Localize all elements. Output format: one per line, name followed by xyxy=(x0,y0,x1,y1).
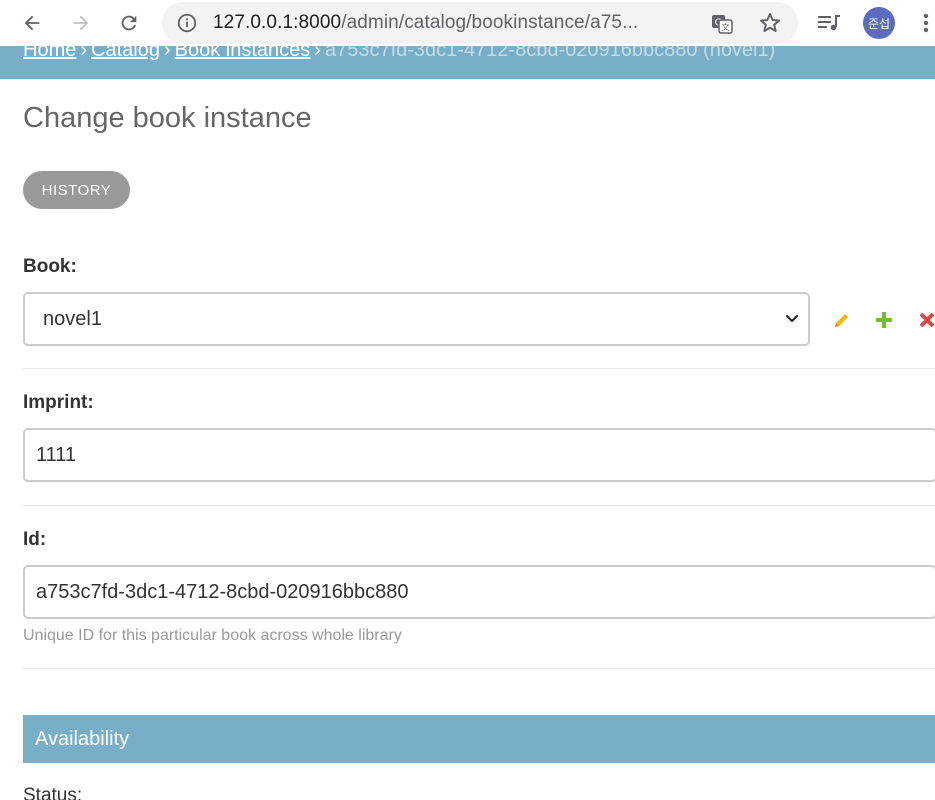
id-label: Id: xyxy=(23,529,47,550)
breadcrumb-separator: › xyxy=(80,46,88,61)
id-help-text: Unique ID for this particular book acros… xyxy=(23,627,402,644)
translate-icon[interactable]: G 文 xyxy=(710,12,734,36)
id-input[interactable]: a753c7fd-3dc1-4712-8cbd-020916bbc880 xyxy=(23,565,935,619)
breadcrumb-book-instances[interactable]: Book instances xyxy=(175,46,311,61)
browser-toolbar: 127.0.0.1:8000/admin/catalog/bookinstanc… xyxy=(0,0,935,46)
edit-pencil-icon[interactable] xyxy=(832,310,852,330)
page-title: Change book instance xyxy=(23,102,312,134)
forward-arrow-icon xyxy=(73,15,89,31)
history-button[interactable]: HISTORY xyxy=(23,171,130,209)
divider xyxy=(23,505,935,506)
svg-text:文: 文 xyxy=(722,22,730,32)
breadcrumb-separator: › xyxy=(163,46,171,61)
star-icon[interactable] xyxy=(758,11,782,35)
delete-x-icon[interactable] xyxy=(917,310,935,330)
breadcrumb: Home › Catalog › Book instances › a753c7fd-3dc… xyxy=(0,46,935,79)
book-select[interactable]: novel1 xyxy=(23,292,810,346)
breadcrumb-home[interactable]: Home xyxy=(23,46,76,61)
imprint-input[interactable]: 1111 xyxy=(23,428,935,482)
availability-header: Availability xyxy=(23,715,935,763)
add-plus-icon[interactable] xyxy=(874,310,894,330)
book-label: Book: xyxy=(23,256,77,277)
breadcrumb-trail: Home › Catalog › Book instances › a753c7fd-3dc… xyxy=(23,46,775,62)
divider xyxy=(23,368,935,369)
imprint-label: Imprint: xyxy=(23,392,94,413)
forward-button[interactable] xyxy=(65,7,97,39)
media-queue-icon[interactable] xyxy=(816,11,842,35)
breadcrumb-catalog[interactable]: Catalog xyxy=(91,46,160,61)
divider xyxy=(23,668,935,669)
back-button[interactable] xyxy=(16,7,48,39)
info-icon[interactable] xyxy=(176,12,198,34)
url-path: /admin/catalog/bookinstance/a75... xyxy=(341,12,639,33)
id-value: a753c7fd-3dc1-4712-8cbd-020916bbc880 xyxy=(36,580,409,603)
url-host: 127.0.0.1:8000 xyxy=(213,12,342,33)
more-vert-icon[interactable] xyxy=(918,11,934,35)
chevron-down-icon xyxy=(786,315,798,322)
address-bar[interactable]: 127.0.0.1:8000/admin/catalog/bookinstanc… xyxy=(162,2,798,44)
book-select-value: novel1 xyxy=(43,307,102,330)
url-text: 127.0.0.1:8000/admin/catalog/bookinstanc… xyxy=(213,12,638,34)
reload-icon xyxy=(121,15,137,31)
reload-button[interactable] xyxy=(113,7,145,39)
back-arrow-icon xyxy=(24,15,40,31)
imprint-value: 1111 xyxy=(36,443,77,466)
breadcrumb-separator: › xyxy=(314,46,321,61)
status-label: Status: xyxy=(23,785,83,800)
avatar[interactable]: 준섭 xyxy=(863,7,895,39)
breadcrumb-current: a753c7fd-3dc1-4712-8cbd-020916bbc880 (no… xyxy=(324,46,776,61)
